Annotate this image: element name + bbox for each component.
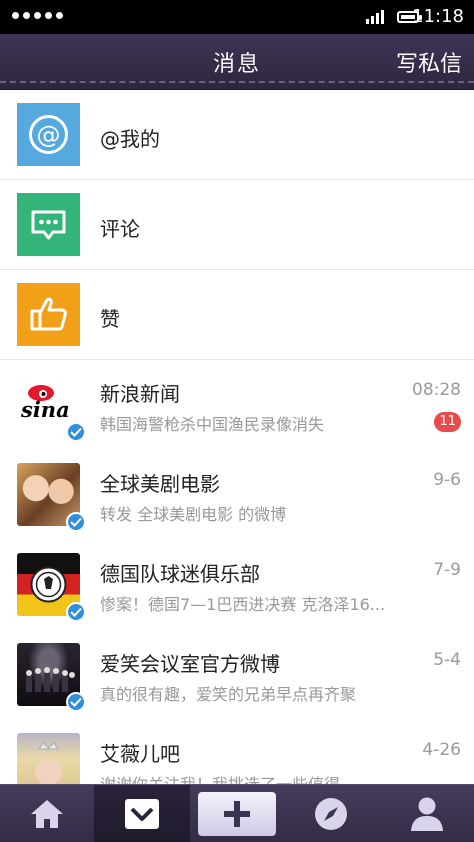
category-label: 赞: [100, 307, 120, 331]
tab-messages[interactable]: [94, 785, 190, 842]
at-icon: @: [17, 103, 80, 166]
tab-discover[interactable]: [284, 785, 378, 842]
avatar: [17, 733, 80, 784]
conversation-row[interactable]: 全球美剧电影 转发 全球美剧电影 的微博 9-6: [0, 450, 474, 540]
conversation-time: 7-9: [433, 560, 461, 580]
tab-add-post[interactable]: [198, 792, 276, 836]
conversation-row[interactable]: sina 新浪新闻 韩国海警枪杀中国渔民录像消失 08:28 11: [0, 360, 474, 450]
compose-private-message-button[interactable]: 写私信: [396, 46, 462, 78]
category-mentions[interactable]: @ @我的: [0, 90, 474, 180]
verified-badge-icon: [66, 692, 86, 712]
cellular-bars-icon: [366, 10, 386, 24]
conversation-name: 全球美剧电影: [100, 472, 220, 496]
category-likes[interactable]: 赞: [0, 270, 474, 360]
conversation-name: 艾薇儿吧: [100, 742, 180, 766]
conversation-name: 新浪新闻: [100, 382, 180, 406]
conversation-snippet: 谢谢你关注我！我挑选了一些值得: [100, 771, 400, 784]
sina-logo-text: sina: [20, 397, 70, 422]
unread-count-badge: 11: [434, 412, 461, 432]
verified-badge-icon: [66, 602, 86, 622]
conversation-time: 08:28: [412, 380, 461, 400]
conversation-time: 9-6: [433, 470, 461, 490]
home-icon: [31, 800, 63, 828]
conversation-row[interactable]: 艾薇儿吧 谢谢你关注我！我挑选了一些值得 4-26: [0, 720, 474, 784]
app-header: 消息 写私信: [0, 34, 474, 90]
avatar: [17, 553, 86, 622]
conversation-row[interactable]: 德国队球迷俱乐部 惨案！德国7—1巴西进决赛 克洛泽16... 7-9: [0, 540, 474, 630]
message-list[interactable]: @ @我的 评论 赞 sina 新浪新闻 韩国海警枪杀中国渔民录像消失 08:2…: [0, 90, 474, 784]
category-label: @我的: [100, 127, 160, 151]
svg-text:@: @: [37, 121, 61, 149]
signal-strength-icon: [12, 12, 63, 19]
bottom-tab-bar: [0, 784, 474, 842]
verified-badge-icon: [66, 512, 86, 532]
conversation-snippet: 真的很有趣，爱笑的兄弟早点再齐聚: [100, 685, 357, 704]
conversation-name: 德国队球迷俱乐部: [100, 562, 260, 586]
thumbs-up-icon: [17, 283, 80, 346]
status-time: 11:18: [412, 6, 464, 27]
add-icon: [224, 801, 250, 827]
conversation-row[interactable]: 爱笑会议室官方微博 真的很有趣，爱笑的兄弟早点再齐聚 5-4: [0, 630, 474, 720]
discover-icon: [315, 798, 347, 830]
comment-icon: [17, 193, 80, 256]
category-comments[interactable]: 评论: [0, 180, 474, 270]
conversation-snippet: 惨案！德国7—1巴西进决赛 克洛泽16...: [100, 595, 386, 614]
tab-profile[interactable]: [380, 785, 474, 842]
verified-badge-icon: [66, 422, 86, 442]
avatar: [17, 643, 86, 712]
status-bar: 11:18: [0, 0, 474, 34]
conversation-time: 5-4: [433, 650, 461, 670]
avatar: sina: [17, 373, 86, 442]
avatar: [17, 463, 86, 532]
conversation-snippet: 韩国海警枪杀中国渔民录像消失: [100, 415, 325, 434]
conversation-time: 4-26: [422, 740, 461, 760]
category-label: 评论: [100, 217, 140, 241]
tab-home[interactable]: [0, 785, 94, 842]
message-icon: [125, 799, 159, 829]
profile-icon: [411, 797, 443, 831]
conversation-name: 爱笑会议室官方微博: [100, 652, 280, 676]
conversation-snippet: 转发 全球美剧电影 的微博: [100, 505, 287, 524]
